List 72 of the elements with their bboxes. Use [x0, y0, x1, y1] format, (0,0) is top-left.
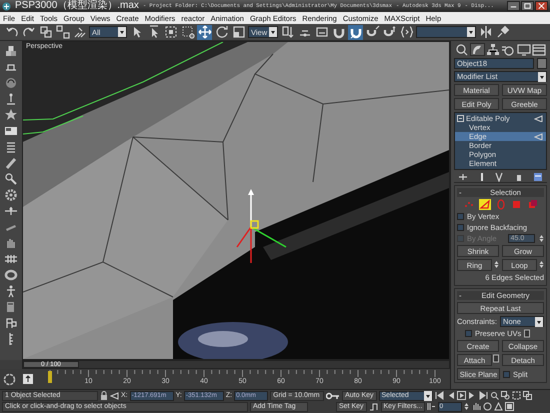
figure-icon[interactable] — [4, 284, 18, 298]
vertex-dots-icon[interactable] — [462, 199, 474, 210]
modify-icon[interactable] — [470, 43, 485, 56]
braces-icon[interactable] — [399, 24, 414, 40]
edge-triangle-icon[interactable] — [478, 199, 490, 210]
linked-squares-icon[interactable] — [38, 24, 53, 40]
settings-icon[interactable] — [524, 329, 530, 338]
flags-icon[interactable] — [4, 316, 18, 330]
coil-icon[interactable] — [4, 140, 18, 154]
lock-icon[interactable] — [100, 391, 108, 400]
zoom-extents-icon[interactable] — [512, 391, 521, 400]
zoom-extents-all-icon[interactable] — [522, 391, 532, 400]
dropdown-arrow-icon — [119, 29, 125, 35]
dropdown-arrow-icon — [539, 74, 545, 80]
angle-magnet-icon[interactable] — [348, 24, 363, 40]
spinner-arrows-icon[interactable] — [538, 234, 544, 243]
upload-box-icon[interactable] — [22, 373, 34, 385]
panels-icon[interactable] — [4, 124, 18, 138]
keyboard-icon[interactable] — [314, 24, 329, 40]
dotted-square-icon[interactable] — [180, 24, 195, 40]
gear-icon[interactable] — [4, 188, 18, 202]
torus-icon[interactable] — [4, 268, 18, 282]
collapse-toggle-icon[interactable] — [457, 115, 464, 122]
maximize-viewport-icon[interactable] — [504, 402, 514, 411]
create-icon[interactable] — [454, 43, 469, 56]
globe-icon[interactable] — [3, 372, 16, 386]
key-mode-icon[interactable] — [368, 402, 379, 411]
rotate-icon[interactable] — [214, 24, 229, 40]
dropdown-arrow-icon — [270, 29, 276, 35]
cross-icon[interactable] — [4, 204, 18, 218]
align-icon[interactable] — [495, 24, 510, 40]
checkbox[interactable] — [465, 330, 472, 337]
brush-icon[interactable] — [4, 156, 18, 170]
frame-marker-icon — [48, 371, 52, 383]
dropdown-arrow-icon — [468, 29, 474, 35]
time-config-icon[interactable] — [426, 402, 436, 411]
spinner-arrows-icon[interactable] — [538, 260, 544, 269]
play-icon[interactable] — [456, 391, 466, 400]
orbit-icon[interactable] — [482, 402, 492, 411]
checkbox[interactable] — [457, 224, 464, 231]
dropdown[interactable] — [416, 26, 476, 38]
field-of-view-icon[interactable] — [494, 402, 503, 411]
cubes-icon[interactable] — [4, 44, 18, 58]
dropdown-arrow-icon — [424, 392, 431, 398]
zoom-all-icon[interactable] — [500, 391, 510, 400]
spinner-arrows-icon[interactable] — [464, 402, 470, 411]
display-icon[interactable] — [516, 43, 532, 56]
dropdown-arrow-icon — [536, 318, 542, 324]
mirror-icon[interactable] — [478, 24, 493, 40]
utilities-icon[interactable] — [532, 43, 547, 56]
app-logo-icon — [2, 2, 11, 10]
swirl-sphere-icon[interactable] — [4, 76, 18, 90]
move-icon[interactable] — [197, 24, 212, 40]
object-color-swatch[interactable] — [537, 58, 547, 69]
pivot-icon[interactable] — [280, 24, 295, 40]
grid-icon[interactable] — [4, 252, 18, 266]
dashed-rectangle-icon[interactable] — [163, 24, 178, 40]
star-icon[interactable] — [4, 108, 18, 122]
separate-squares-icon[interactable] — [55, 24, 70, 40]
scale-icon[interactable] — [231, 24, 246, 40]
cursor-triangle-icon[interactable] — [110, 392, 119, 400]
joystick-icon[interactable] — [4, 92, 18, 106]
configure-icon[interactable] — [532, 172, 543, 182]
hierarchy-icon[interactable] — [485, 43, 500, 56]
key-icon[interactable] — [326, 392, 340, 400]
zoom-icon[interactable] — [490, 391, 499, 400]
checkbox[interactable] — [457, 213, 464, 220]
skip-end-icon[interactable] — [478, 391, 488, 400]
settings-icon[interactable] — [493, 354, 499, 363]
skip-start-icon[interactable] — [434, 391, 444, 400]
checkbox[interactable] — [503, 370, 510, 378]
spinner-arrows-icon[interactable] — [494, 260, 498, 269]
